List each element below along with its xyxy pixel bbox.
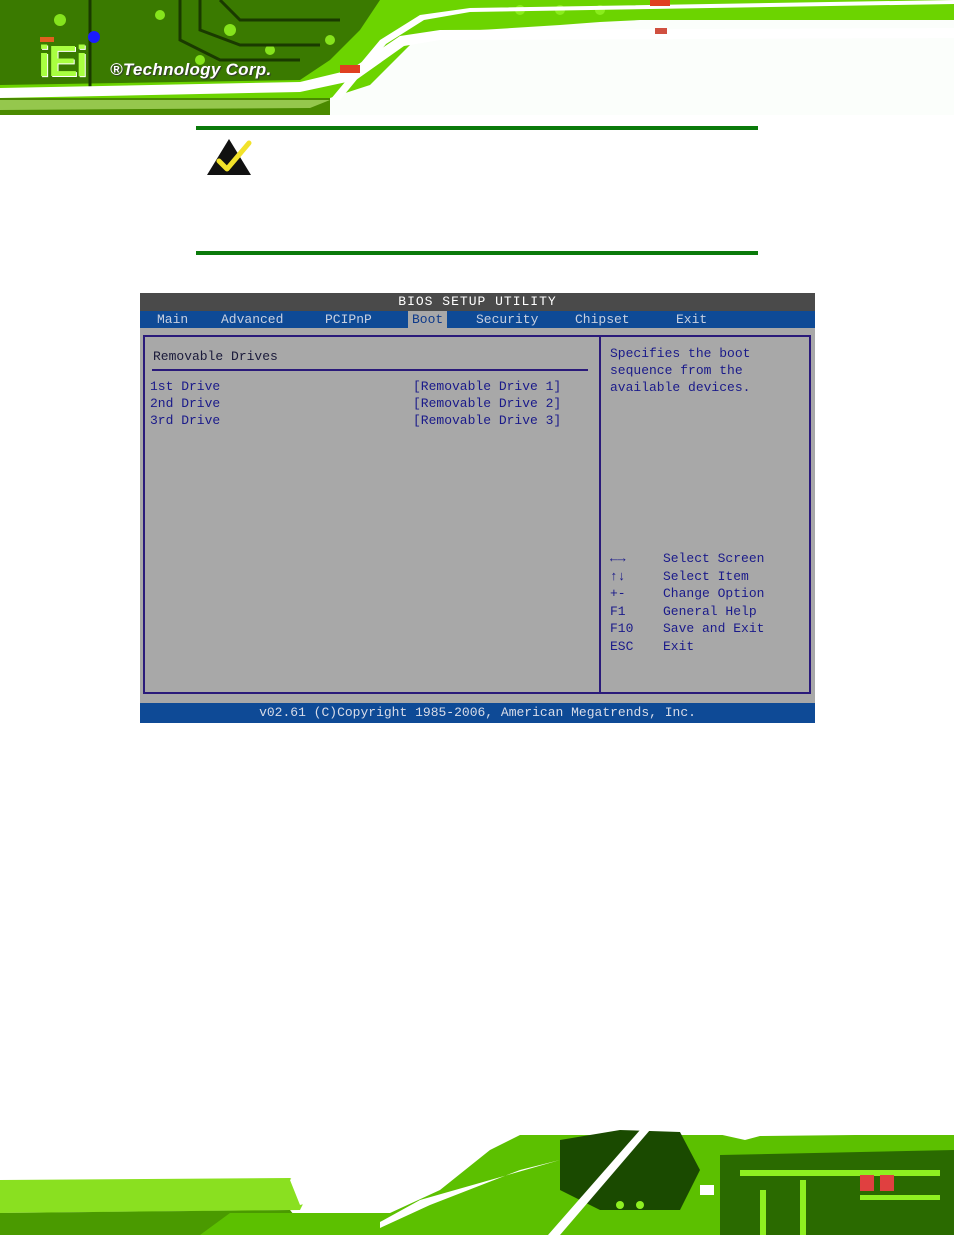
boot-item-value[interactable]: [Removable Drive 1] xyxy=(413,379,561,394)
menu-tab-chipset[interactable]: Chipset xyxy=(575,311,630,328)
plus-minus-key: +- xyxy=(610,586,626,601)
boot-item-label: 3rd Drive xyxy=(150,413,221,428)
esc-key: ESC xyxy=(610,638,634,654)
arrow-up-down-key: ↑↓ xyxy=(610,568,626,584)
check-warning-icon xyxy=(205,137,253,175)
menu-tab-boot[interactable]: Boot xyxy=(408,311,448,328)
company-name: ®Technology Corp. xyxy=(110,60,272,79)
bios-help-panel: Specifies the boot sequence from the ava… xyxy=(599,335,811,694)
help-text-line: Specifies the boot xyxy=(610,346,751,361)
note-top-divider xyxy=(196,126,758,130)
boot-item-row[interactable]: 1st Drive [Removable Drive 1] xyxy=(150,379,590,396)
key-action: General Help xyxy=(663,603,757,619)
boot-item-label: 2nd Drive xyxy=(150,396,221,411)
circuit-board-graphic xyxy=(0,0,954,115)
key-legend-row: F10 Save and Exit xyxy=(610,621,800,639)
key-action: Select Item xyxy=(663,568,749,584)
boot-item-value[interactable]: [Removable Drive 2] xyxy=(413,396,561,411)
key-action: Save and Exit xyxy=(663,621,765,636)
bios-main-panel: Removable Drives 1st Drive [Removable Dr… xyxy=(143,335,601,694)
header-banner: iEi ®Technology Corp. xyxy=(0,0,954,115)
f10-key: F10 xyxy=(610,621,634,636)
key-legend-row: +- Change Option xyxy=(610,586,800,604)
boot-item-value[interactable]: [Removable Drive 3] xyxy=(413,413,561,428)
key-legend-row: ESC Exit xyxy=(610,639,800,657)
key-action: Change Option xyxy=(663,586,765,601)
key-legend-row: ↑↓ Select Item xyxy=(610,569,800,587)
bios-screen: BIOS SETUP UTILITY Main Advanced PCIPnP … xyxy=(140,293,815,723)
menu-tab-main[interactable]: Main xyxy=(157,311,188,328)
help-text-line: available devices. xyxy=(610,380,751,395)
boot-item-label: 1st Drive xyxy=(150,379,221,394)
key-action: Select Screen xyxy=(663,551,765,566)
section-divider xyxy=(152,369,588,371)
menu-tab-security[interactable]: Security xyxy=(476,311,538,328)
circuit-board-graphic xyxy=(0,1110,954,1235)
arrow-left-right-key: ←→ xyxy=(610,551,626,566)
menu-tab-pcipnp[interactable]: PCIPnP xyxy=(325,311,372,328)
logo-dot xyxy=(88,31,100,43)
key-legend-row: F1 General Help xyxy=(610,604,800,622)
key-action: Exit xyxy=(663,638,695,654)
key-legend-row: ←→ Select Screen xyxy=(610,551,800,569)
bios-title: BIOS SETUP UTILITY xyxy=(140,293,815,311)
menu-tab-exit[interactable]: Exit xyxy=(676,311,707,328)
footer-banner xyxy=(0,1110,954,1235)
note-bottom-divider xyxy=(196,251,758,255)
boot-item-row[interactable]: 3rd Drive [Removable Drive 3] xyxy=(150,413,590,430)
menu-tab-advanced[interactable]: Advanced xyxy=(221,311,283,328)
key-legend: ←→ Select Screen ↑↓ Select Item +- Chang… xyxy=(610,551,800,656)
bios-copyright-bar: v02.61 (C)Copyright 1985-2006, American … xyxy=(140,703,815,723)
help-text-line: sequence from the xyxy=(610,363,743,378)
f1-key: F1 xyxy=(610,603,626,619)
section-title: Removable Drives xyxy=(153,349,278,364)
boot-item-row[interactable]: 2nd Drive [Removable Drive 2] xyxy=(150,396,590,413)
bios-menu-bar: Main Advanced PCIPnP Boot Security Chips… xyxy=(140,311,815,328)
logo-mark: iEi xyxy=(38,37,88,86)
